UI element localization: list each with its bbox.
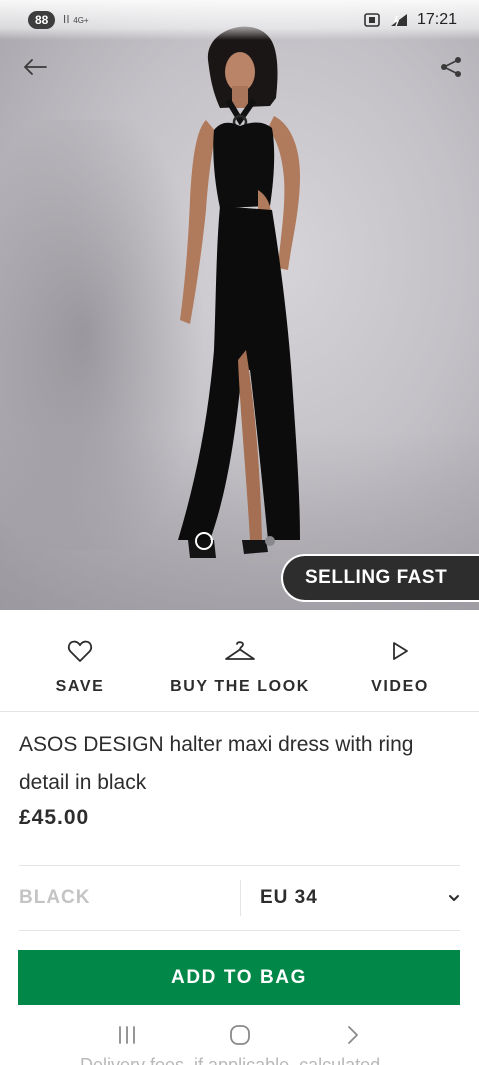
video-button[interactable]: VIDEO: [360, 636, 440, 696]
add-to-bag-button[interactable]: ADD TO BAG: [18, 950, 460, 1005]
product-action-bar: SAVE BUY THE LOOK VIDEO: [0, 612, 479, 712]
status-bar: 88 ll 4G+ 17:21: [0, 0, 479, 40]
gallery-pagination: [195, 532, 275, 550]
battery-indicator: 88: [28, 11, 56, 29]
size-value: EU 34: [260, 887, 318, 908]
save-label: SAVE: [55, 678, 105, 695]
gallery-dot[interactable]: [265, 536, 275, 546]
battery-saver-icon: [390, 14, 407, 27]
signal-icon: ll: [63, 14, 71, 26]
share-icon: [441, 57, 461, 77]
hanger-icon: [225, 641, 255, 660]
back-arrow-icon: [24, 59, 47, 75]
play-icon: [393, 642, 408, 660]
chevron-right-icon: [347, 1026, 358, 1044]
buy-the-look-button[interactable]: BUY THE LOOK: [160, 636, 320, 696]
system-back-button[interactable]: [333, 1015, 373, 1055]
buy-the-look-label: BUY THE LOOK: [170, 678, 310, 695]
save-button[interactable]: SAVE: [40, 636, 120, 696]
home-button[interactable]: [220, 1015, 260, 1055]
heart-icon: [67, 640, 93, 662]
network-type: 4G+: [73, 15, 89, 25]
product-photo: [178, 26, 300, 558]
share-button[interactable]: [434, 50, 468, 84]
video-label: VIDEO: [371, 678, 429, 695]
recent-apps-icon: [118, 1026, 135, 1044]
product-title: ASOS DESIGN halter maxi dress with ring …: [19, 733, 414, 794]
product-image-gallery[interactable]: 88 ll 4G+ 17:21 SELLING FAST: [0, 0, 479, 610]
system-navigation-bar: [0, 1012, 479, 1058]
variant-selectors: BLACK EU 34: [19, 865, 460, 931]
back-button[interactable]: [18, 50, 52, 84]
product-price: £45.00: [19, 806, 90, 829]
recent-apps-button[interactable]: [107, 1015, 147, 1055]
size-dropdown[interactable]: EU 34: [241, 887, 460, 909]
home-icon: [229, 1025, 250, 1045]
gallery-dot-active[interactable]: [195, 532, 213, 550]
colour-selector[interactable]: BLACK: [19, 887, 240, 909]
chevron-down-icon: [448, 894, 460, 902]
selling-fast-badge: SELLING FAST: [281, 554, 479, 602]
clock: 17:21: [416, 11, 457, 28]
nfc-icon: [364, 13, 380, 27]
